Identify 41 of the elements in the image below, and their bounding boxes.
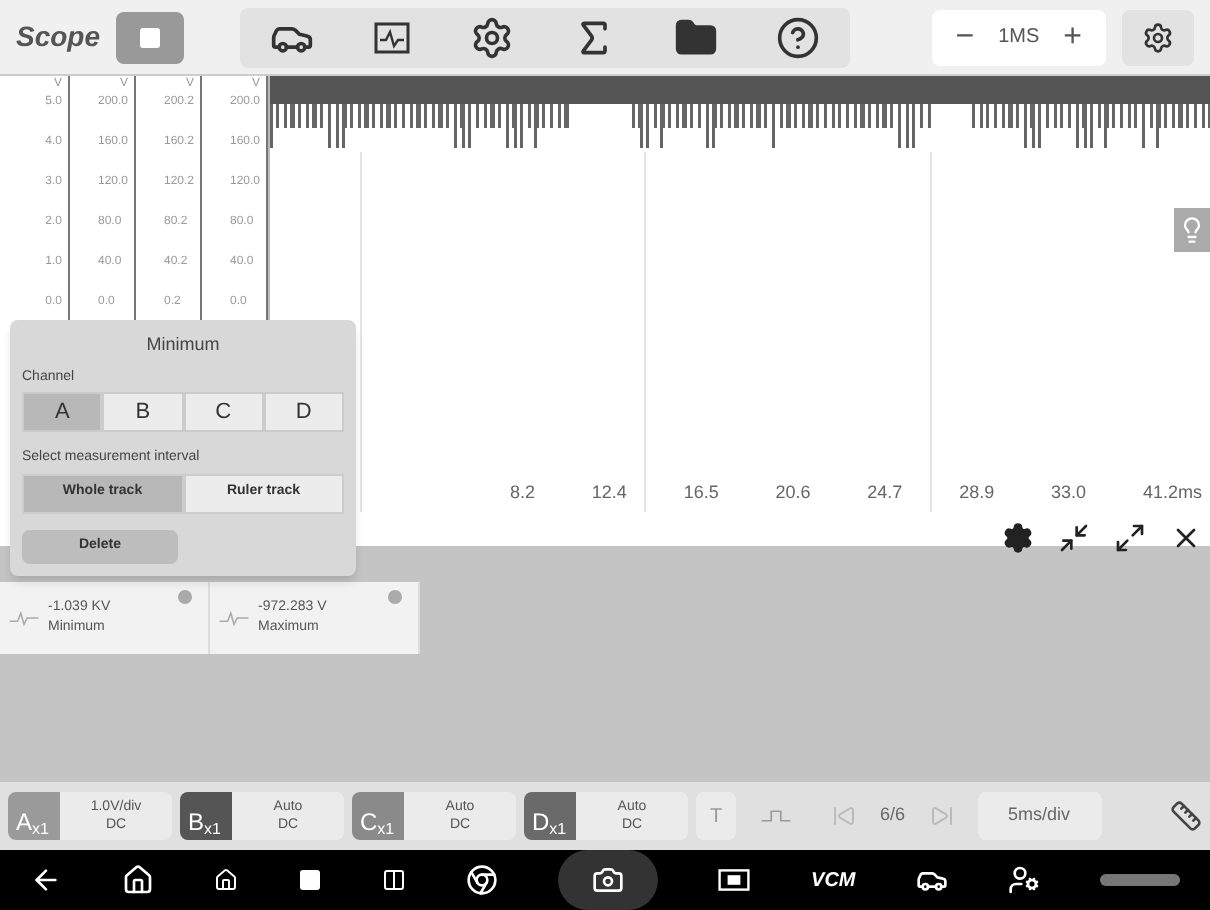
x-axis-tick: 20.6: [775, 479, 811, 505]
x-axis-tick: 8.2: [510, 479, 536, 505]
user-icon[interactable]: [1007, 864, 1040, 896]
minus-button[interactable]: −: [955, 13, 975, 61]
settings-button[interactable]: [1122, 9, 1194, 65]
camera-icon: [592, 864, 625, 896]
channel-tab[interactable]: A: [22, 392, 103, 432]
house-icon[interactable]: [214, 868, 239, 892]
x-axis-tick: 24.7: [867, 479, 903, 505]
timebase-value: 1MS: [998, 24, 1040, 52]
stop-button[interactable]: [116, 11, 185, 63]
waveform-icon: [8, 608, 40, 628]
expand-icon[interactable]: [1114, 522, 1146, 554]
x-axis-tick: 33.0: [1051, 479, 1087, 505]
popup-title: Minimum: [146, 332, 220, 358]
waveform-icon: [218, 608, 250, 628]
x-axis-tick: 41.2ms: [1142, 479, 1202, 505]
split-screen-icon[interactable]: [382, 868, 407, 892]
minimize-icon[interactable]: [1058, 522, 1090, 554]
page-counter: 6/6: [880, 802, 906, 829]
trigger-edge-icon: [760, 806, 792, 826]
x-axis-tick: 28.9: [959, 479, 995, 505]
timediv-button[interactable]: 5ms/div: [977, 792, 1102, 840]
channel-tab[interactable]: C: [183, 392, 264, 432]
channel-tab[interactable]: D: [263, 392, 344, 432]
vcm-button[interactable]: VCM: [811, 865, 856, 895]
x-axis-tick: 16.5: [683, 479, 719, 505]
display-icon[interactable]: [718, 868, 751, 892]
folder-icon[interactable]: [674, 15, 719, 59]
x-axis-tick: 12.4: [591, 479, 627, 505]
app-title: Scope: [16, 18, 101, 56]
home-icon[interactable]: [122, 864, 155, 896]
recent-apps-icon[interactable]: [298, 868, 323, 892]
help-icon[interactable]: [776, 15, 821, 59]
plus-button[interactable]: +: [1063, 13, 1082, 61]
ruler-icon[interactable]: [1170, 800, 1202, 832]
camera-button[interactable]: [558, 850, 659, 910]
browser-icon[interactable]: [466, 864, 499, 896]
waveform-file-icon[interactable]: [371, 17, 412, 57]
stop-icon: [138, 25, 163, 49]
channel-tab[interactable]: B: [102, 392, 183, 432]
